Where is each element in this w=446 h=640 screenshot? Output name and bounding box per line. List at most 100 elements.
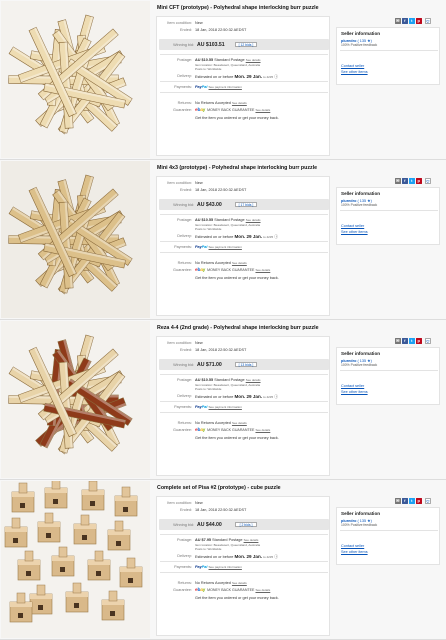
- bid-count-link[interactable]: [ 2 bids ]: [235, 521, 257, 527]
- item-photo[interactable]: [1, 161, 150, 318]
- pinterest-icon[interactable]: p: [416, 18, 422, 24]
- guarantee-label: Guarantee:: [173, 268, 192, 272]
- guarantee-details-link[interactable]: See details: [255, 428, 270, 432]
- pinterest-icon[interactable]: p: [416, 178, 422, 184]
- returns-label: Returns:: [177, 581, 192, 585]
- info-icon[interactable]: ⓘ: [274, 235, 278, 239]
- postage-price: AU $10.55: [195, 218, 214, 222]
- puzzle-photo-drawing: [1, 481, 150, 638]
- info-icon[interactable]: ⓘ: [274, 555, 278, 559]
- contact-seller-link[interactable]: Contact seller: [341, 224, 364, 228]
- divider: [340, 210, 438, 211]
- item-title[interactable]: Mini 4x3 (prototype) - Polyhedral shape …: [157, 165, 317, 171]
- divider: [160, 81, 328, 82]
- payment-info-link[interactable]: See payment information: [209, 565, 242, 569]
- bid-count-link[interactable]: [ 17 bids ]: [235, 201, 257, 207]
- item-summary: Item condition: New Ended: 18 Jan, 2018 …: [156, 336, 330, 476]
- bid-count-link[interactable]: [ 13 bids ]: [235, 361, 257, 367]
- contact-seller-link[interactable]: Contact seller: [341, 64, 364, 68]
- delivery-postcode[interactable]: to 4235: [263, 555, 273, 559]
- see-other-items-link[interactable]: See other items: [341, 550, 368, 554]
- returns-policy: No Returns Accepted: [195, 261, 231, 265]
- postage-value: AU $7.95 Standard Postage See details: [195, 538, 258, 542]
- ended-value: 18 Jan, 2018 22:50:32 AEDST: [195, 188, 247, 192]
- puzzle-photo-drawing: [1, 1, 150, 158]
- returns-details-link[interactable]: See details: [232, 421, 247, 425]
- item-photo[interactable]: [1, 1, 150, 158]
- facebook-icon[interactable]: f: [402, 18, 408, 24]
- postage-details-link[interactable]: See details: [246, 218, 261, 222]
- postage-details-link[interactable]: See details: [246, 378, 261, 382]
- returns-value: No Returns Accepted See details: [195, 101, 247, 105]
- condition-label: Item condition:: [167, 181, 192, 185]
- item-title[interactable]: Complete set of Pisa #2 (prototype) - cu…: [157, 485, 281, 491]
- info-icon[interactable]: ⓘ: [274, 75, 278, 79]
- listing-card-2: Mini 4x3 (prototype) - Polyhedral shape …: [0, 160, 446, 320]
- returns-details-link[interactable]: See details: [232, 101, 247, 105]
- see-other-items-link[interactable]: See other items: [341, 230, 368, 234]
- posts-to: Posts to: Worldwide: [195, 227, 222, 231]
- delivery-postcode[interactable]: to 4235: [263, 395, 273, 399]
- item-photo[interactable]: [1, 481, 150, 638]
- delivery-postcode[interactable]: to 4235: [263, 75, 273, 79]
- watch-icon[interactable]: ♡: [425, 18, 431, 24]
- postage-label: Postage:: [177, 378, 192, 382]
- seller-heading: Seller information: [341, 511, 381, 516]
- divider: [340, 50, 438, 51]
- payment-info-link[interactable]: See payment information: [209, 85, 242, 89]
- pinterest-icon[interactable]: p: [416, 338, 422, 344]
- facebook-icon[interactable]: f: [402, 498, 408, 504]
- condition-value: New: [195, 341, 203, 345]
- watch-icon[interactable]: ♡: [425, 338, 431, 344]
- see-other-items-link[interactable]: See other items: [341, 390, 368, 394]
- delivery-date: Mon. 29 Jan.: [234, 394, 263, 399]
- item-title[interactable]: Mini CFT (prototype) - Polyhedral shape …: [157, 5, 319, 11]
- returns-details-link[interactable]: See details: [232, 581, 247, 585]
- twitter-icon[interactable]: t: [409, 338, 415, 344]
- twitter-icon[interactable]: t: [409, 18, 415, 24]
- info-icon[interactable]: ⓘ: [274, 395, 278, 399]
- seller-heading: Seller information: [341, 31, 381, 36]
- delivery-label: Delivery:: [177, 74, 192, 78]
- payment-info-link[interactable]: See payment information: [209, 405, 242, 409]
- delivery-estimate: Estimated on or before: [195, 75, 234, 79]
- facebook-icon[interactable]: f: [402, 178, 408, 184]
- delivery-estimate: Estimated on or before: [195, 395, 234, 399]
- facebook-icon[interactable]: f: [402, 338, 408, 344]
- guarantee-details-link[interactable]: See details: [255, 588, 270, 592]
- divider: [160, 374, 328, 375]
- ended-label: Ended:: [179, 508, 192, 512]
- returns-details-link[interactable]: See details: [232, 261, 247, 265]
- bid-count-link[interactable]: [ 12 bids ]: [235, 41, 257, 47]
- twitter-icon[interactable]: t: [409, 178, 415, 184]
- contact-seller-link[interactable]: Contact seller: [341, 384, 364, 388]
- postage-details-link[interactable]: See details: [244, 538, 259, 542]
- delivery-date: Mon. 29 Jan.: [234, 234, 263, 239]
- item-title[interactable]: Reza 4-4 (2nd grade) - Polyhedral shape …: [157, 325, 319, 331]
- contact-seller-link[interactable]: Contact seller: [341, 544, 364, 548]
- guarantee-details-link[interactable]: See details: [255, 108, 270, 112]
- watch-icon[interactable]: ♡: [425, 178, 431, 184]
- postage-details-link[interactable]: See details: [246, 58, 261, 62]
- email-icon[interactable]: ✉: [395, 498, 401, 504]
- email-icon[interactable]: ✉: [395, 18, 401, 24]
- money-back-guarantee: MONEY BACK GUARANTEE: [207, 588, 255, 592]
- divider: [160, 241, 328, 242]
- email-icon[interactable]: ✉: [395, 338, 401, 344]
- see-other-items-link[interactable]: See other items: [341, 70, 368, 74]
- winning-bid-label: Winning bid:: [173, 42, 194, 47]
- item-photo[interactable]: [1, 321, 150, 478]
- delivery-postcode[interactable]: to 4235: [263, 235, 273, 239]
- guarantee-details-link[interactable]: See details: [255, 268, 270, 272]
- payments-label: Payments:: [174, 245, 192, 249]
- payment-info-link[interactable]: See payment information: [209, 245, 242, 249]
- watch-icon[interactable]: ♡: [425, 498, 431, 504]
- returns-policy: No Returns Accepted: [195, 101, 231, 105]
- pinterest-icon[interactable]: p: [416, 498, 422, 504]
- twitter-icon[interactable]: t: [409, 498, 415, 504]
- payments-label: Payments:: [174, 85, 192, 89]
- share-icons: ✉ f t p ♡: [395, 498, 439, 504]
- winning-bid-label: Winning bid:: [173, 522, 194, 527]
- email-icon[interactable]: ✉: [395, 178, 401, 184]
- seller-positive-feedback: 100% Positive feedback: [341, 43, 378, 47]
